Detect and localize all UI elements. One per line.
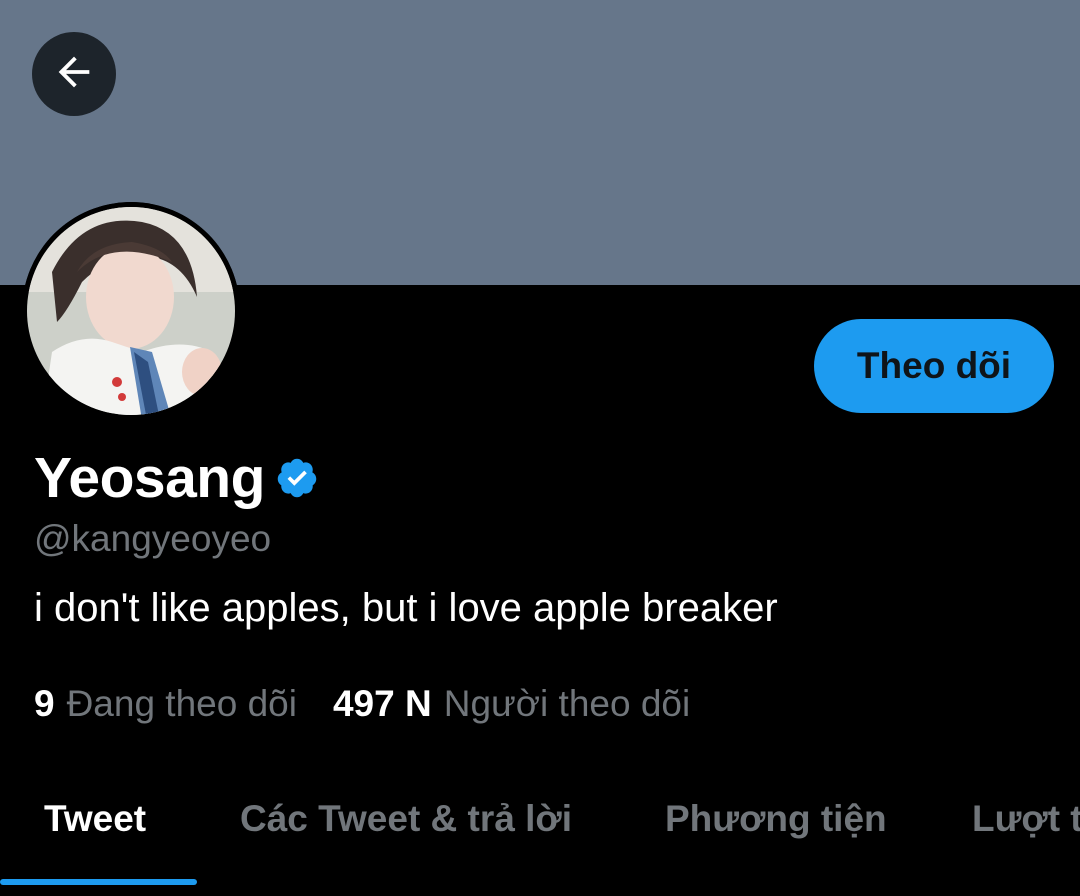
user-handle: @kangyeoyeo (34, 518, 272, 559)
followers-count: 497 N (332, 683, 432, 724)
following-count: 9 (34, 683, 55, 724)
follow-stats: 9 Đang theo dõi 497 N Người theo dõi (34, 683, 690, 725)
display-name: Yeosang (34, 446, 265, 510)
name-row: Yeosang (34, 446, 319, 510)
profile-screen: Theo dõi Yeosang @kangyeoyeo i don't lik… (0, 0, 1080, 896)
tab-likes[interactable]: Lượt t (972, 798, 1080, 840)
profile-bio: i don't like apples, but i love apple br… (34, 586, 778, 630)
following-label: Đang theo dõi (66, 683, 297, 724)
tab-tweets-and-replies[interactable]: Các Tweet & trả lời (240, 798, 572, 840)
followers-label: Người theo dõi (443, 683, 691, 724)
active-tab-indicator (0, 879, 197, 885)
tab-tweet[interactable]: Tweet (44, 798, 146, 840)
profile-tabs: Tweet Các Tweet & trả lời Phương tiện Lư… (0, 770, 1080, 896)
verified-badge-icon (275, 456, 319, 500)
arrow-left-icon (51, 49, 97, 100)
following-stat[interactable]: 9 Đang theo dõi (34, 683, 297, 725)
followers-stat[interactable]: 497 N Người theo dõi (333, 683, 690, 725)
follow-button[interactable]: Theo dõi (814, 319, 1054, 413)
avatar[interactable] (22, 202, 240, 420)
back-button[interactable] (32, 32, 116, 116)
tab-media[interactable]: Phương tiện (665, 798, 887, 840)
